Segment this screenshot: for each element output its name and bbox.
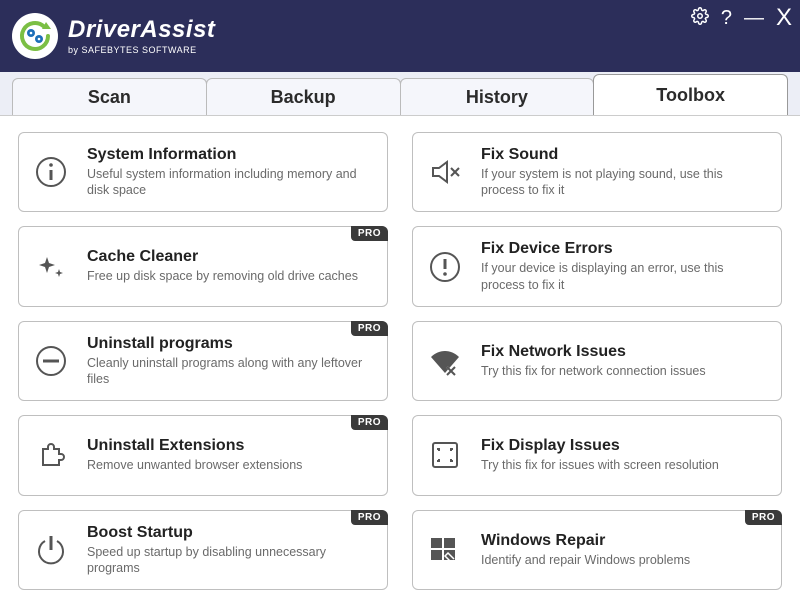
minimize-button[interactable]: — [744, 8, 764, 28]
tool-title: System Information [87, 146, 373, 164]
tool-desc: If your system is not playing sound, use… [481, 166, 767, 199]
tool-desc: Free up disk space by removing old drive… [87, 268, 373, 284]
tab-toolbox[interactable]: Toolbox [593, 74, 788, 115]
tool-title: Windows Repair [481, 532, 767, 550]
sound-x-icon [425, 152, 465, 192]
minus-circle-icon [31, 341, 71, 381]
tool-windows-repair[interactable]: PRO Windows Repair Identify and repair W… [412, 510, 782, 590]
info-icon [31, 152, 71, 192]
tab-history[interactable]: History [400, 78, 595, 115]
brand-subtitle: by SAFEBYTES SOFTWARE [68, 46, 215, 55]
tool-desc: Try this fix for issues with screen reso… [481, 457, 767, 473]
pro-badge: PRO [351, 321, 388, 336]
power-icon [31, 530, 71, 570]
pro-badge: PRO [351, 415, 388, 430]
sparkle-icon [31, 247, 71, 287]
toolbox-grid: System Information Useful system informa… [0, 116, 800, 606]
tool-title: Fix Sound [481, 146, 767, 164]
tool-boost-startup[interactable]: PRO Boost Startup Speed up startup by di… [18, 510, 388, 590]
tool-desc: Cleanly uninstall programs along with an… [87, 355, 373, 388]
alert-icon [425, 247, 465, 287]
tool-title: Fix Device Errors [481, 240, 767, 258]
tool-uninstall-programs[interactable]: PRO Uninstall programs Cleanly uninstall… [18, 321, 388, 401]
settings-icon[interactable] [691, 7, 709, 29]
tab-bar: Scan Backup History Toolbox [0, 72, 800, 116]
pro-badge: PRO [351, 226, 388, 241]
tool-desc: Speed up startup by disabling unnecessar… [87, 544, 373, 577]
tool-title: Uninstall Extensions [87, 437, 373, 455]
puzzle-icon [31, 435, 71, 475]
titlebar: DriverAssist by SAFEBYTES SOFTWARE ? — X [0, 0, 800, 72]
tool-fix-sound[interactable]: Fix Sound If your system is not playing … [412, 132, 782, 212]
tool-desc: Try this fix for network connection issu… [481, 363, 767, 379]
windows-repair-icon [425, 530, 465, 570]
tool-desc: Identify and repair Windows problems [481, 552, 767, 568]
tool-desc: Useful system information including memo… [87, 166, 373, 199]
wifi-x-icon [425, 341, 465, 381]
tool-fix-device-errors[interactable]: Fix Device Errors If your device is disp… [412, 226, 782, 306]
logo-icon [12, 13, 58, 59]
tool-title: Cache Cleaner [87, 248, 373, 266]
tool-system-information[interactable]: System Information Useful system informa… [18, 132, 388, 212]
tool-title: Fix Display Issues [481, 437, 767, 455]
window-controls: ? — X [691, 6, 792, 30]
pro-badge: PRO [351, 510, 388, 525]
tool-fix-network-issues[interactable]: Fix Network Issues Try this fix for netw… [412, 321, 782, 401]
tool-title: Boost Startup [87, 524, 373, 542]
brand-logo: DriverAssist by SAFEBYTES SOFTWARE [12, 13, 215, 59]
display-icon [425, 435, 465, 475]
tool-uninstall-extensions[interactable]: PRO Uninstall Extensions Remove unwanted… [18, 415, 388, 495]
tool-cache-cleaner[interactable]: PRO Cache Cleaner Free up disk space by … [18, 226, 388, 306]
close-button[interactable]: X [776, 6, 792, 30]
tool-title: Uninstall programs [87, 335, 373, 353]
tool-desc: If your device is displaying an error, u… [481, 260, 767, 293]
brand-name: DriverAssist [68, 18, 215, 42]
tab-scan[interactable]: Scan [12, 78, 207, 115]
help-icon[interactable]: ? [721, 8, 732, 28]
tool-desc: Remove unwanted browser extensions [87, 457, 373, 473]
tab-backup[interactable]: Backup [206, 78, 401, 115]
tool-fix-display-issues[interactable]: Fix Display Issues Try this fix for issu… [412, 415, 782, 495]
tool-title: Fix Network Issues [481, 343, 767, 361]
pro-badge: PRO [745, 510, 782, 525]
